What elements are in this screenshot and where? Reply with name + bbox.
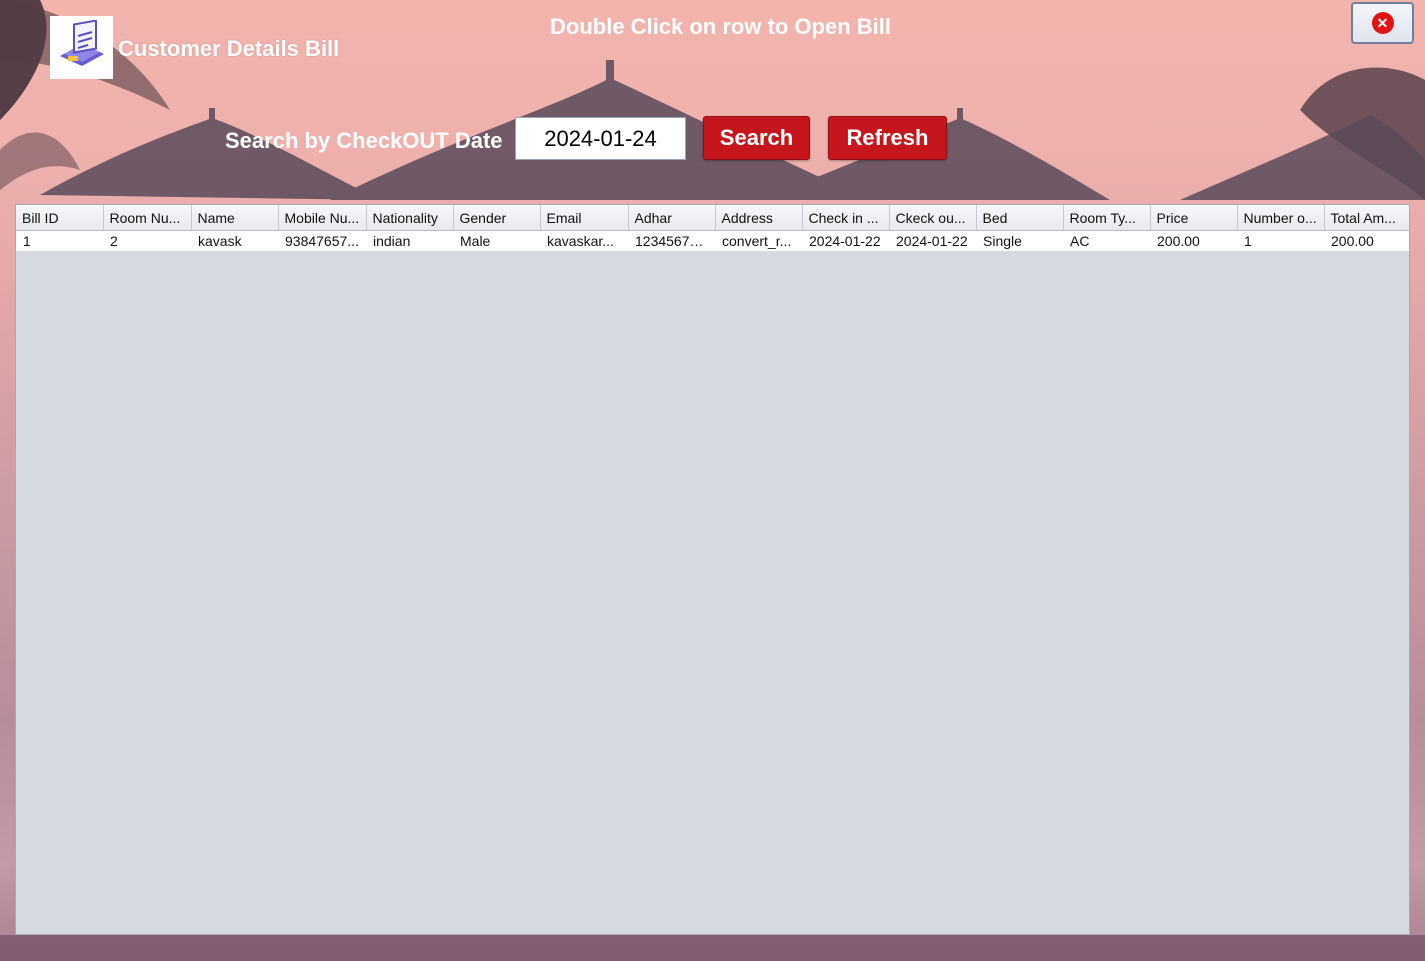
column-header-room-type[interactable]: Room Ty...	[1063, 205, 1151, 231]
table-cell: 2024-01-22	[802, 230, 889, 251]
table-header-row: Bill ID Room Nu... Name Mobile Nu... Nat…	[16, 205, 1409, 231]
table-cell: indian	[366, 230, 453, 251]
checkout-date-input[interactable]	[515, 117, 686, 160]
table-cell: AC	[1063, 230, 1150, 251]
table-cell: 200.00	[1324, 230, 1409, 251]
table-cell: 1	[1237, 230, 1324, 251]
table-cell: 1	[16, 230, 103, 251]
column-header-check-out[interactable]: Ckeck ou...	[889, 205, 977, 231]
column-header-name[interactable]: Name	[191, 205, 279, 231]
search-label: Search by CheckOUT Date	[225, 128, 503, 153]
table-cell: 2	[103, 230, 191, 251]
table-cell: 2024-01-22	[889, 230, 976, 251]
column-header-check-in[interactable]: Check in ...	[802, 205, 890, 231]
column-header-bill-id[interactable]: Bill ID	[16, 205, 104, 231]
column-header-total-amount[interactable]: Total Am...	[1324, 205, 1409, 231]
search-button[interactable]: Search	[703, 116, 810, 160]
table-cell: 93847657...	[278, 230, 366, 251]
column-header-price[interactable]: Price	[1150, 205, 1238, 231]
app-logo	[50, 16, 113, 79]
bill-window: Customer Details Bill Double Click on ro…	[0, 0, 1425, 961]
column-header-bed[interactable]: Bed	[976, 205, 1064, 231]
table-cell: convert_r...	[715, 230, 802, 251]
column-header-email[interactable]: Email	[540, 205, 629, 231]
column-header-number-of-days[interactable]: Number o...	[1237, 205, 1325, 231]
table-row[interactable]: 1 2 kavask 93847657... indian Male kavas…	[16, 230, 1409, 251]
app-title: Customer Details Bill	[118, 36, 340, 61]
double-click-hint: Double Click on row to Open Bill	[550, 14, 892, 39]
close-button[interactable]: ✕	[1351, 2, 1414, 44]
table-cell: 12345678...	[628, 230, 715, 251]
column-header-nationality[interactable]: Nationality	[366, 205, 454, 231]
table-cell: kavask	[191, 230, 278, 251]
column-header-gender[interactable]: Gender	[453, 205, 541, 231]
column-header-address[interactable]: Address	[715, 205, 803, 231]
table-cell: Single	[976, 230, 1063, 251]
bill-icon	[59, 19, 104, 66]
close-icon: ✕	[1371, 12, 1394, 34]
column-header-room-number[interactable]: Room Nu...	[103, 205, 192, 231]
column-header-mobile-number[interactable]: Mobile Nu...	[278, 205, 367, 231]
bills-table: Bill ID Room Nu... Name Mobile Nu... Nat…	[16, 205, 1409, 251]
column-header-adhar[interactable]: Adhar	[628, 205, 716, 231]
table-cell: kavaskar...	[540, 230, 628, 251]
table-cell: Male	[453, 230, 540, 251]
bills-table-container[interactable]: Bill ID Room Nu... Name Mobile Nu... Nat…	[15, 204, 1410, 935]
refresh-button[interactable]: Refresh	[828, 116, 947, 160]
table-cell: 200.00	[1150, 230, 1237, 251]
